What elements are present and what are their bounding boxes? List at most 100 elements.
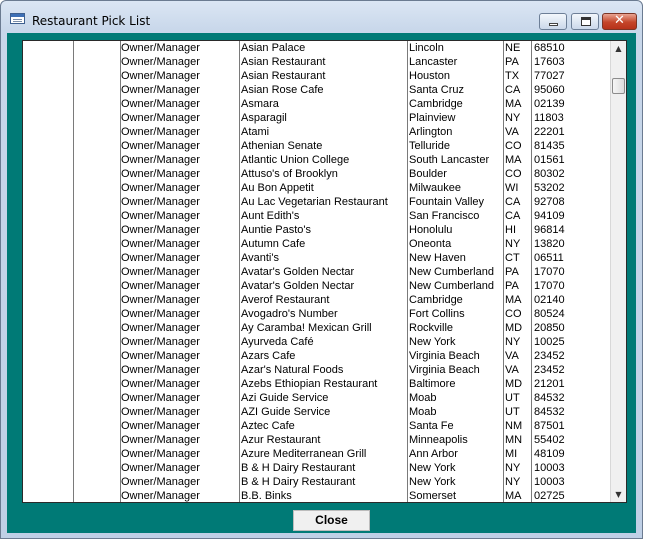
- list-row[interactable]: Owner/Manager Azar's Natural Foods Virgini…: [23, 363, 611, 377]
- cell-restaurant: Ay Caramba! Mexican Grill: [241, 322, 372, 334]
- list-row[interactable]: Owner/Manager Au Lac Vegetarian Restauran…: [23, 195, 611, 209]
- restaurant-pick-list-window: Restaurant Pick List ✕ Owner/Manager Asia…: [0, 0, 643, 539]
- cell-state: CT: [505, 252, 520, 264]
- list-row[interactable]: Owner/Manager Au Bon Appetit Milwaukee WI 53…: [23, 181, 611, 195]
- list-row[interactable]: Owner/Manager AZI Guide Service Moab UT 8453…: [23, 405, 611, 419]
- cell-zip: 22201: [534, 126, 565, 138]
- title-bar[interactable]: Restaurant Pick List ✕: [1, 1, 642, 33]
- cell-zip: 02139: [534, 98, 565, 110]
- list-row[interactable]: Owner/Manager Asparagil Plainview NY 11803: [23, 111, 611, 125]
- cell-contact: Owner/Manager: [121, 280, 200, 292]
- list-row[interactable]: Owner/Manager Asian Rose Cafe Santa Cruz CA…: [23, 83, 611, 97]
- cell-contact: Owner/Manager: [121, 392, 200, 404]
- cell-restaurant: Azar's Natural Foods: [241, 364, 344, 376]
- restaurant-list[interactable]: Owner/Manager Asian Palace Lincoln NE 68510 O…: [22, 40, 627, 503]
- form-body: Owner/Manager Asian Palace Lincoln NE 68510 O…: [7, 33, 636, 533]
- cell-city: Virginia Beach: [409, 364, 480, 376]
- scroll-up-icon[interactable]: ▲: [611, 41, 626, 56]
- list-row[interactable]: Owner/Manager Azars Cafe Virginia Beach VA 2…: [23, 349, 611, 363]
- cell-contact: Owner/Manager: [121, 322, 200, 334]
- list-row[interactable]: Owner/Manager Avatar's Golden Nectar New C…: [23, 265, 611, 279]
- list-row[interactable]: Owner/Manager Azur Restaurant Minneapolis M…: [23, 433, 611, 447]
- close-window-button[interactable]: ✕: [602, 13, 637, 30]
- vertical-scrollbar[interactable]: ▲ ▼: [610, 41, 626, 502]
- cell-restaurant: Asparagil: [241, 112, 287, 124]
- list-row[interactable]: Owner/Manager Avanti's New Haven CT 06511: [23, 251, 611, 265]
- cell-state: NY: [505, 238, 521, 250]
- cell-state: MA: [505, 154, 522, 166]
- cell-city: Cambridge: [409, 294, 463, 306]
- cell-zip: 77027: [534, 70, 565, 82]
- cell-zip: 80302: [534, 168, 565, 180]
- list-row[interactable]: Owner/Manager Atami Arlington VA 22201: [23, 125, 611, 139]
- list-row[interactable]: Owner/Manager Azure Mediterranean Grill An…: [23, 447, 611, 461]
- cell-state: MD: [505, 378, 523, 390]
- list-row[interactable]: Owner/Manager Asian Restaurant Lancaster PA…: [23, 55, 611, 69]
- list-row[interactable]: Owner/Manager Asian Palace Lincoln NE 68510: [23, 41, 611, 55]
- cell-zip: 10025: [534, 336, 565, 348]
- cell-state: CA: [505, 210, 521, 222]
- cell-zip: 23452: [534, 364, 565, 376]
- scroll-down-icon[interactable]: ▼: [611, 487, 626, 502]
- list-row[interactable]: Owner/Manager Autumn Cafe Oneonta NY 13820: [23, 237, 611, 251]
- cell-contact: Owner/Manager: [121, 434, 200, 446]
- list-row[interactable]: Owner/Manager B & H Dairy Restaurant New Y…: [23, 475, 611, 489]
- list-row[interactable]: Owner/Manager Ay Caramba! Mexican Grill Ro…: [23, 321, 611, 335]
- list-row[interactable]: Owner/Manager Averof Restaurant Cambridge M…: [23, 293, 611, 307]
- cell-city: Santa Cruz: [409, 84, 465, 96]
- cell-zip: 84532: [534, 406, 565, 418]
- list-row[interactable]: Owner/Manager Aunt Edith's San Francisco CA…: [23, 209, 611, 223]
- list-row[interactable]: Owner/Manager B & H Dairy Restaurant New Y…: [23, 461, 611, 475]
- list-row[interactable]: Owner/Manager Azi Guide Service Moab UT 8453…: [23, 391, 611, 405]
- cell-restaurant: Azur Restaurant: [241, 434, 321, 446]
- cell-contact: Owner/Manager: [121, 252, 200, 264]
- cell-state: VA: [505, 126, 519, 138]
- list-row[interactable]: Owner/Manager Azebs Ethiopian Restaurant B…: [23, 377, 611, 391]
- cell-city: Rockville: [409, 322, 454, 334]
- cell-restaurant: Auntie Pasto's: [241, 224, 311, 236]
- list-row[interactable]: Owner/Manager Aztec Cafe Santa Fe NM 87501: [23, 419, 611, 433]
- list-row[interactable]: Owner/Manager Avogadro's Number Fort Colli…: [23, 307, 611, 321]
- list-row[interactable]: Owner/Manager Attuso's of Brooklyn Boulder…: [23, 167, 611, 181]
- list-row[interactable]: Owner/Manager Atlantic Union College South…: [23, 153, 611, 167]
- cell-contact: Owner/Manager: [121, 112, 200, 124]
- cell-state: MA: [505, 490, 522, 502]
- cell-restaurant: Atami: [241, 126, 270, 138]
- cell-state: NM: [505, 420, 523, 432]
- list-row[interactable]: Owner/Manager Auntie Pasto's Honolulu HI 968…: [23, 223, 611, 237]
- cell-state: NY: [505, 462, 521, 474]
- list-row[interactable]: Owner/Manager Athenian Senate Telluride CO 8…: [23, 139, 611, 153]
- cell-zip: 68510: [534, 42, 565, 54]
- cell-state: CA: [505, 84, 521, 96]
- cell-zip: 17070: [534, 266, 565, 278]
- cell-city: New York: [409, 336, 456, 348]
- list-row[interactable]: Owner/Manager Avatar's Golden Nectar New C…: [23, 279, 611, 293]
- list-row[interactable]: Owner/Manager Asmara Cambridge MA 02139: [23, 97, 611, 111]
- cell-state: VA: [505, 350, 519, 362]
- close-button[interactable]: Close: [293, 510, 370, 531]
- list-row[interactable]: Owner/Manager Ayurveda Café New York NY 1002…: [23, 335, 611, 349]
- cell-zip: 13820: [534, 238, 565, 250]
- list-row[interactable]: Owner/Manager Asian Restaurant Houston TX 77…: [23, 69, 611, 83]
- form-icon[interactable]: [10, 13, 25, 24]
- cell-city: Somerset: [409, 490, 457, 502]
- scrollbar-thumb[interactable]: [612, 78, 625, 94]
- cell-city: Honolulu: [409, 224, 453, 236]
- cell-city: Virginia Beach: [409, 350, 480, 362]
- cell-restaurant: Azi Guide Service: [241, 392, 329, 404]
- minimize-button[interactable]: [539, 13, 567, 30]
- maximize-button[interactable]: [571, 13, 599, 30]
- cell-contact: Owner/Manager: [121, 238, 200, 250]
- cell-contact: Owner/Manager: [121, 308, 200, 320]
- list-row[interactable]: Owner/Manager B.B. Binks Somerset MA 02725: [23, 489, 611, 502]
- cell-city: New York: [409, 462, 456, 474]
- cell-contact: Owner/Manager: [121, 294, 200, 306]
- cell-state: MD: [505, 322, 523, 334]
- cell-contact: Owner/Manager: [121, 154, 200, 166]
- cell-contact: Owner/Manager: [121, 420, 200, 432]
- cell-zip: 48109: [534, 448, 565, 460]
- cell-state: CO: [505, 168, 522, 180]
- cell-city: New York: [409, 476, 456, 488]
- cell-contact: Owner/Manager: [121, 196, 200, 208]
- cell-restaurant: B & H Dairy Restaurant: [241, 462, 356, 474]
